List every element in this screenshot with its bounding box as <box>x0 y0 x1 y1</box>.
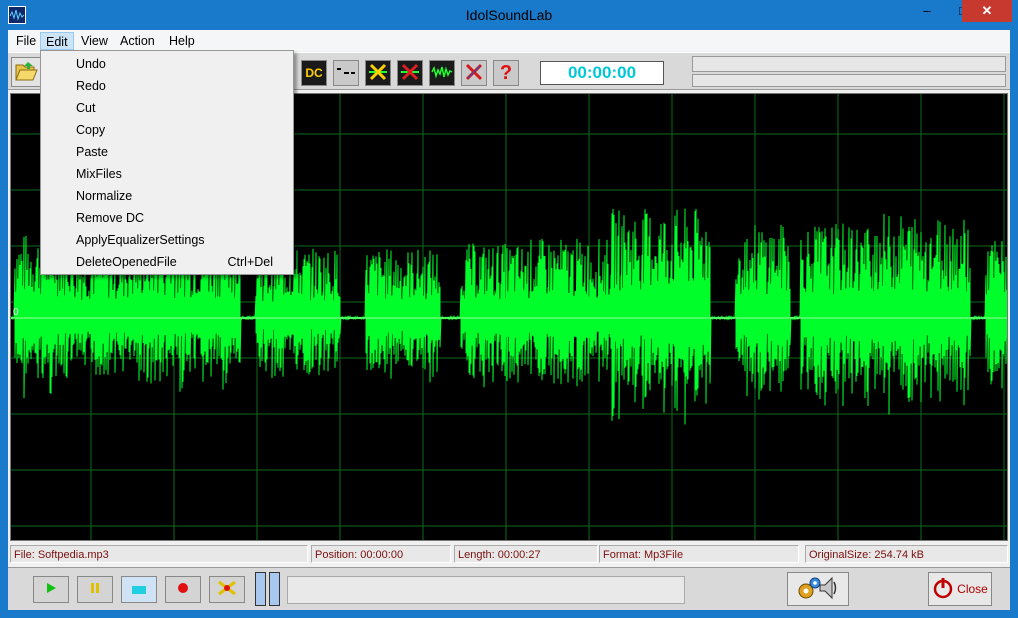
menu-bar: File Edit View Action Help <box>8 30 1010 51</box>
delete-selection-red-button[interactable] <box>397 60 423 86</box>
settings-speaker-icon <box>796 574 840 605</box>
remove-dc-button[interactable]: DC <box>301 60 327 86</box>
zero-axis-label: 0 <box>13 307 19 318</box>
volume-slider[interactable] <box>255 572 281 606</box>
record-icon <box>177 582 189 597</box>
stop-icon <box>132 583 146 597</box>
help-button[interactable]: ? <box>493 60 519 86</box>
menu-item-mixfiles[interactable]: MixFiles <box>43 163 291 185</box>
window-title: IdolSoundLab <box>465 7 553 23</box>
delete-selection-green-button[interactable] <box>365 60 391 86</box>
clear-button[interactable] <box>209 576 245 603</box>
menu-item-remove-dc[interactable]: Remove DC <box>43 207 291 229</box>
menu-item-undo[interactable]: Undo <box>43 53 291 75</box>
menu-item-label: Remove DC <box>76 211 145 225</box>
menu-item-label: Paste <box>76 145 108 159</box>
record-button[interactable] <box>165 576 201 603</box>
menu-view[interactable]: View <box>76 32 113 50</box>
edit-dropdown-menu: Undo Redo Cut Copy Paste MixFiles Normal… <box>40 50 294 275</box>
power-icon <box>932 577 954 602</box>
progress-bar-bottom <box>692 74 1006 87</box>
dc-icon: DC <box>305 66 323 80</box>
menu-item-label: Redo <box>76 79 106 93</box>
minimize-button[interactable]: – <box>909 0 945 22</box>
menu-item-copy[interactable]: Copy <box>43 119 291 141</box>
delete-red-icon <box>399 61 421 86</box>
progress-bar-top <box>692 56 1006 72</box>
play-button[interactable] <box>33 576 69 603</box>
silence-button[interactable] <box>333 60 359 86</box>
close-app-button[interactable]: Close <box>928 572 992 606</box>
menu-item-label: ApplyEqualizerSettings <box>76 233 205 247</box>
status-format: Format: Mp3File <box>599 545 799 563</box>
waveform-button[interactable] <box>429 60 455 86</box>
menu-action[interactable]: Action <box>115 32 160 50</box>
menu-item-normalize[interactable]: Normalize <box>43 185 291 207</box>
menu-file[interactable]: File <box>11 32 41 50</box>
pause-icon <box>89 582 101 597</box>
title-bar: IdolSoundLab – □ ✕ <box>0 0 1018 30</box>
play-icon <box>45 582 57 597</box>
folder-open-icon <box>14 60 38 85</box>
status-file: File: Softpedia.mp3 <box>10 545 308 563</box>
status-length: Length: 00:00:27 <box>454 545 598 563</box>
menu-item-paste[interactable]: Paste <box>43 141 291 163</box>
menu-item-shortcut: Ctrl+Del <box>227 255 274 269</box>
menu-item-cut[interactable]: Cut <box>43 97 291 119</box>
track-position-bar[interactable] <box>287 576 685 604</box>
status-bar: File: Softpedia.mp3 Position: 00:00:00 L… <box>10 545 1008 563</box>
cancel-button[interactable] <box>461 60 487 86</box>
sound-settings-button[interactable] <box>787 572 849 606</box>
menu-edit[interactable]: Edit <box>40 32 74 50</box>
menu-item-label: MixFiles <box>76 167 122 181</box>
close-window-button[interactable]: ✕ <box>962 0 1012 22</box>
cancel-icon <box>463 61 485 86</box>
status-position: Position: 00:00:00 <box>311 545 451 563</box>
menu-help[interactable]: Help <box>164 32 200 50</box>
app-window: IdolSoundLab – □ ✕ File Edit View Action… <box>0 0 1018 618</box>
stop-button[interactable] <box>121 576 157 603</box>
delete-green-icon <box>367 61 389 86</box>
open-file-button[interactable] <box>11 57 41 87</box>
status-original-size: OriginalSize: 254.74 kB <box>805 545 1008 563</box>
menu-item-apply-equalizer[interactable]: ApplyEqualizerSettings <box>43 229 291 251</box>
transport-bar: Close <box>8 567 1010 610</box>
clear-icon <box>216 580 238 599</box>
menu-item-label: Cut <box>76 101 96 115</box>
time-display: 00:00:00 <box>540 61 664 85</box>
close-app-label: Close <box>957 582 988 596</box>
menu-item-delete-opened-file[interactable]: DeleteOpenedFile Ctrl+Del <box>43 251 291 273</box>
menu-item-label: Copy <box>76 123 106 137</box>
silence-icon <box>336 66 356 80</box>
menu-item-label: Undo <box>76 57 106 71</box>
menu-item-label: DeleteOpenedFile <box>76 255 177 269</box>
pause-button[interactable] <box>77 576 113 603</box>
menu-item-redo[interactable]: Redo <box>43 75 291 97</box>
wave-icon <box>431 64 453 83</box>
menu-item-label: Normalize <box>76 189 133 203</box>
help-icon: ? <box>499 61 513 84</box>
